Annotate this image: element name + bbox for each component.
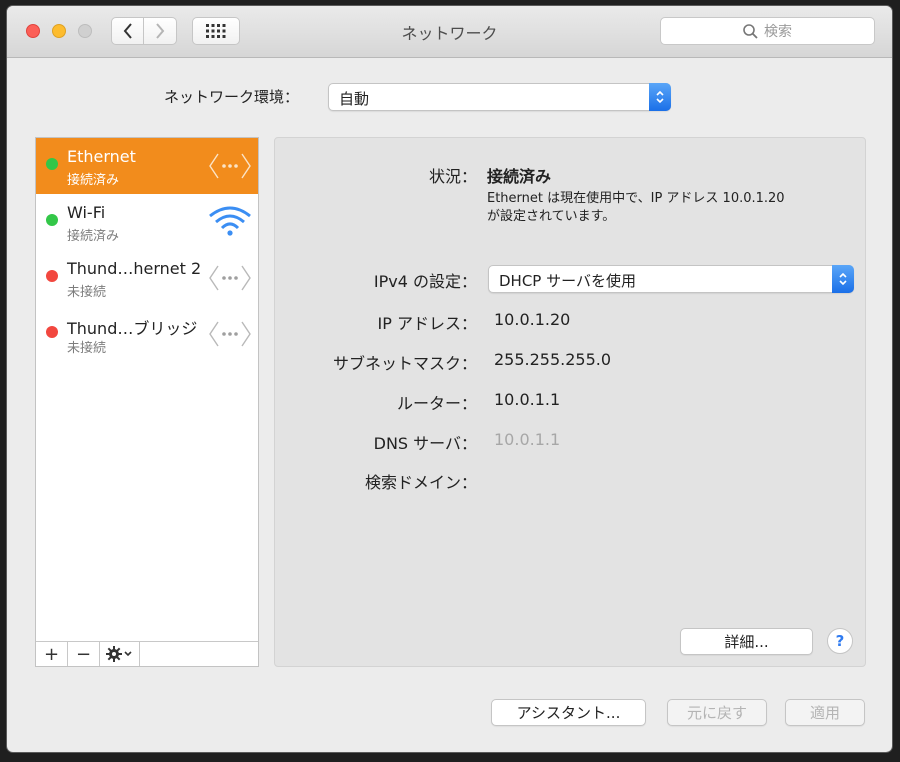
popup-arrows-icon bbox=[649, 83, 671, 111]
network-preferences-window: ネットワーク 検索 ネットワーク環境： 自動 Ethernet 接続済み Wi-… bbox=[7, 6, 892, 752]
service-status: 未接続 bbox=[67, 285, 107, 300]
status-value: 接続済み bbox=[487, 167, 552, 186]
location-popup[interactable]: 自動 bbox=[328, 83, 671, 111]
assistant-button[interactable]: アシスタント... bbox=[491, 699, 646, 726]
detail-panel: 状況： 接続済み Ethernet は現在使用中で、IP アドレス 10.0.1… bbox=[274, 137, 866, 667]
action-menu-button[interactable] bbox=[100, 642, 140, 666]
search-icon bbox=[743, 23, 758, 39]
service-item-ethernet[interactable]: Ethernet 接続済み bbox=[36, 138, 258, 194]
ipv4-config-label: IPv4 の設定： bbox=[373, 272, 477, 291]
status-dot bbox=[46, 158, 58, 170]
service-status: 接続済み bbox=[67, 173, 120, 188]
ip-address-label: IP アドレス： bbox=[377, 314, 477, 333]
status-description: Ethernet は現在使用中で、IP アドレス 10.0.1.20 が設定され… bbox=[487, 190, 837, 226]
ethernet-icon bbox=[209, 153, 251, 179]
help-button[interactable]: ? bbox=[827, 628, 853, 654]
gear-icon bbox=[105, 646, 132, 662]
popup-arrows-icon bbox=[832, 265, 854, 293]
status-label: 状況： bbox=[428, 167, 477, 186]
service-item-wifi[interactable]: Wi-Fi 接続済み bbox=[36, 194, 258, 250]
ip-address-value: 10.0.1.20 bbox=[494, 310, 571, 329]
status-dot bbox=[46, 326, 58, 338]
service-item-thunderbolt-bridge[interactable]: Thund…ブリッジ 未接続 bbox=[36, 306, 258, 362]
status-description-line-1: Ethernet は現在使用中で、IP アドレス 10.0.1.20 bbox=[487, 191, 785, 206]
status-dot bbox=[46, 214, 58, 226]
subnet-mask-value: 255.255.255.0 bbox=[494, 350, 612, 369]
ipv4-config-value: DHCP サーバを使用 bbox=[499, 272, 636, 290]
chevron-down-icon bbox=[123, 651, 132, 657]
search-domain-label: 検索ドメイン： bbox=[364, 473, 477, 492]
service-name: Wi-Fi bbox=[67, 203, 106, 222]
add-service-button[interactable]: + bbox=[36, 642, 68, 666]
ethernet-icon bbox=[209, 265, 251, 291]
remove-service-button[interactable]: − bbox=[68, 642, 100, 666]
apply-button[interactable]: 適用 bbox=[785, 699, 865, 726]
service-name: Thund…ブリッジ bbox=[67, 319, 198, 338]
search-field[interactable]: 検索 bbox=[660, 17, 875, 45]
dns-server-label: DNS サーバ： bbox=[373, 434, 477, 453]
advanced-button[interactable]: 詳細... bbox=[680, 628, 813, 655]
status-dot bbox=[46, 270, 58, 282]
search-placeholder: 検索 bbox=[764, 24, 792, 40]
status-description-line-2: が設定されています。 bbox=[487, 209, 616, 224]
service-item-thunderbolt-ethernet-2[interactable]: Thund…hernet 2 未接続 bbox=[36, 250, 258, 306]
service-name: Thund…hernet 2 bbox=[67, 259, 202, 278]
router-value: 10.0.1.1 bbox=[494, 390, 561, 409]
service-list: Ethernet 接続済み Wi-Fi 接続済み Thund…hernet 2 … bbox=[35, 137, 259, 667]
ipv4-config-popup[interactable]: DHCP サーバを使用 bbox=[488, 265, 854, 293]
dns-server-value[interactable]: 10.0.1.1 bbox=[494, 430, 560, 449]
service-list-toolbar: + − bbox=[36, 641, 258, 666]
location-value: 自動 bbox=[339, 90, 370, 108]
titlebar: ネットワーク 検索 bbox=[7, 6, 892, 58]
router-label: ルーター： bbox=[396, 394, 477, 413]
wifi-icon bbox=[209, 206, 251, 236]
revert-button[interactable]: 元に戻す bbox=[667, 699, 767, 726]
service-name: Ethernet bbox=[67, 147, 136, 166]
ethernet-icon bbox=[209, 321, 251, 347]
service-status: 未接続 bbox=[67, 341, 107, 356]
service-status: 接続済み bbox=[67, 229, 120, 244]
subnet-mask-label: サブネットマスク： bbox=[332, 354, 477, 373]
location-label: ネットワーク環境： bbox=[164, 88, 300, 106]
